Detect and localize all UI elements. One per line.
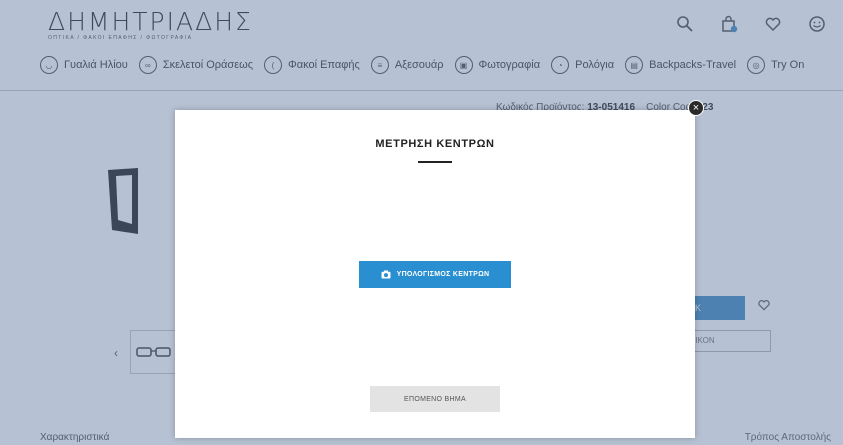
camera-icon xyxy=(381,270,391,279)
close-icon[interactable]: × xyxy=(688,100,704,116)
next-step-button[interactable]: ΕΠΟΜΕΝΟ ΒΗΜΑ xyxy=(370,386,500,412)
modal-title: ΜΕΤΡΗΣΗ ΚΕΝΤΡΩΝ xyxy=(375,138,495,150)
modal-title-underline xyxy=(418,161,452,163)
calculate-centers-label: ΥΠΟΛΟΓΙΣΜΟΣ ΚΕΝΤΡΩΝ xyxy=(396,271,490,278)
centers-measurement-modal: ΜΕΤΡΗΣΗ ΚΕΝΤΡΩΝ ΥΠΟΛΟΓΙΣΜΟΣ ΚΕΝΤΡΩΝ ΕΠΟΜ… xyxy=(175,110,695,438)
calculate-centers-button[interactable]: ΥΠΟΛΟΓΙΣΜΟΣ ΚΕΝΤΡΩΝ xyxy=(359,261,511,288)
